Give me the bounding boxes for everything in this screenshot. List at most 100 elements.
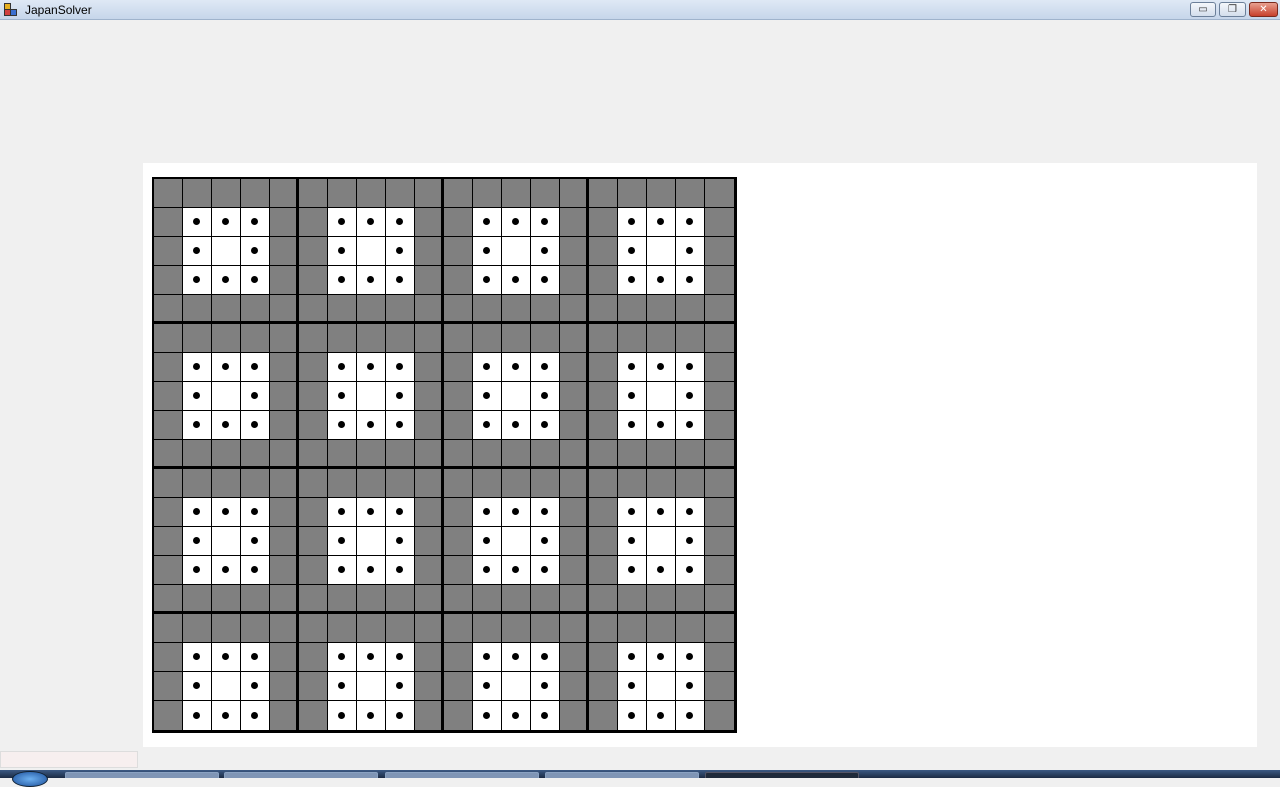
filled-cell[interactable] <box>357 585 386 614</box>
dotted-cell[interactable] <box>647 353 676 382</box>
filled-cell[interactable] <box>705 672 734 701</box>
filled-cell[interactable] <box>415 585 444 614</box>
dotted-cell[interactable] <box>531 382 560 411</box>
empty-cell[interactable] <box>502 237 531 266</box>
taskbar-item[interactable] <box>224 772 378 778</box>
dotted-cell[interactable] <box>241 266 270 295</box>
filled-cell[interactable] <box>647 585 676 614</box>
filled-cell[interactable] <box>647 440 676 469</box>
filled-cell[interactable] <box>560 440 589 469</box>
empty-cell[interactable] <box>502 672 531 701</box>
dotted-cell[interactable] <box>676 411 705 440</box>
filled-cell[interactable] <box>212 585 241 614</box>
dotted-cell[interactable] <box>183 411 212 440</box>
filled-cell[interactable] <box>270 527 299 556</box>
filled-cell[interactable] <box>589 469 618 498</box>
filled-cell[interactable] <box>560 353 589 382</box>
filled-cell[interactable] <box>299 585 328 614</box>
filled-cell[interactable] <box>415 382 444 411</box>
dotted-cell[interactable] <box>241 411 270 440</box>
filled-cell[interactable] <box>676 324 705 353</box>
empty-cell[interactable] <box>357 382 386 411</box>
filled-cell[interactable] <box>705 208 734 237</box>
filled-cell[interactable] <box>560 527 589 556</box>
filled-cell[interactable] <box>676 295 705 324</box>
filled-cell[interactable] <box>705 382 734 411</box>
filled-cell[interactable] <box>270 643 299 672</box>
dotted-cell[interactable] <box>473 411 502 440</box>
filled-cell[interactable] <box>183 324 212 353</box>
filled-cell[interactable] <box>212 614 241 643</box>
filled-cell[interactable] <box>618 585 647 614</box>
taskbar-item[interactable] <box>545 772 699 778</box>
empty-cell[interactable] <box>357 672 386 701</box>
dotted-cell[interactable] <box>502 701 531 730</box>
dotted-cell[interactable] <box>473 672 502 701</box>
dotted-cell[interactable] <box>647 208 676 237</box>
dotted-cell[interactable] <box>676 208 705 237</box>
filled-cell[interactable] <box>589 527 618 556</box>
filled-cell[interactable] <box>357 440 386 469</box>
minimize-button[interactable]: ▭ <box>1190 2 1216 17</box>
filled-cell[interactable] <box>473 324 502 353</box>
filled-cell[interactable] <box>415 324 444 353</box>
filled-cell[interactable] <box>270 440 299 469</box>
dotted-cell[interactable] <box>241 701 270 730</box>
dotted-cell[interactable] <box>531 701 560 730</box>
filled-cell[interactable] <box>154 556 183 585</box>
filled-cell[interactable] <box>444 324 473 353</box>
filled-cell[interactable] <box>444 469 473 498</box>
dotted-cell[interactable] <box>502 266 531 295</box>
dotted-cell[interactable] <box>502 353 531 382</box>
filled-cell[interactable] <box>589 208 618 237</box>
filled-cell[interactable] <box>154 469 183 498</box>
filled-cell[interactable] <box>154 353 183 382</box>
filled-cell[interactable] <box>560 643 589 672</box>
dotted-cell[interactable] <box>473 353 502 382</box>
dotted-cell[interactable] <box>676 266 705 295</box>
filled-cell[interactable] <box>415 498 444 527</box>
filled-cell[interactable] <box>386 324 415 353</box>
filled-cell[interactable] <box>241 469 270 498</box>
filled-cell[interactable] <box>589 585 618 614</box>
dotted-cell[interactable] <box>386 672 415 701</box>
filled-cell[interactable] <box>415 556 444 585</box>
dotted-cell[interactable] <box>473 498 502 527</box>
filled-cell[interactable] <box>299 643 328 672</box>
filled-cell[interactable] <box>357 469 386 498</box>
filled-cell[interactable] <box>241 585 270 614</box>
filled-cell[interactable] <box>705 498 734 527</box>
filled-cell[interactable] <box>705 527 734 556</box>
filled-cell[interactable] <box>386 440 415 469</box>
filled-cell[interactable] <box>531 295 560 324</box>
filled-cell[interactable] <box>647 324 676 353</box>
filled-cell[interactable] <box>502 469 531 498</box>
dotted-cell[interactable] <box>676 556 705 585</box>
dotted-cell[interactable] <box>531 672 560 701</box>
dotted-cell[interactable] <box>328 208 357 237</box>
filled-cell[interactable] <box>241 295 270 324</box>
dotted-cell[interactable] <box>531 208 560 237</box>
filled-cell[interactable] <box>705 701 734 730</box>
dotted-cell[interactable] <box>647 556 676 585</box>
filled-cell[interactable] <box>676 440 705 469</box>
filled-cell[interactable] <box>705 266 734 295</box>
empty-cell[interactable] <box>647 527 676 556</box>
filled-cell[interactable] <box>299 237 328 266</box>
filled-cell[interactable] <box>270 382 299 411</box>
filled-cell[interactable] <box>299 179 328 208</box>
dotted-cell[interactable] <box>183 266 212 295</box>
dotted-cell[interactable] <box>473 208 502 237</box>
filled-cell[interactable] <box>560 556 589 585</box>
filled-cell[interactable] <box>502 614 531 643</box>
dotted-cell[interactable] <box>241 498 270 527</box>
filled-cell[interactable] <box>299 498 328 527</box>
nonogram-grid[interactable] <box>152 177 737 733</box>
filled-cell[interactable] <box>473 440 502 469</box>
dotted-cell[interactable] <box>183 672 212 701</box>
filled-cell[interactable] <box>589 498 618 527</box>
filled-cell[interactable] <box>705 585 734 614</box>
dotted-cell[interactable] <box>618 266 647 295</box>
dotted-cell[interactable] <box>328 643 357 672</box>
dotted-cell[interactable] <box>531 643 560 672</box>
